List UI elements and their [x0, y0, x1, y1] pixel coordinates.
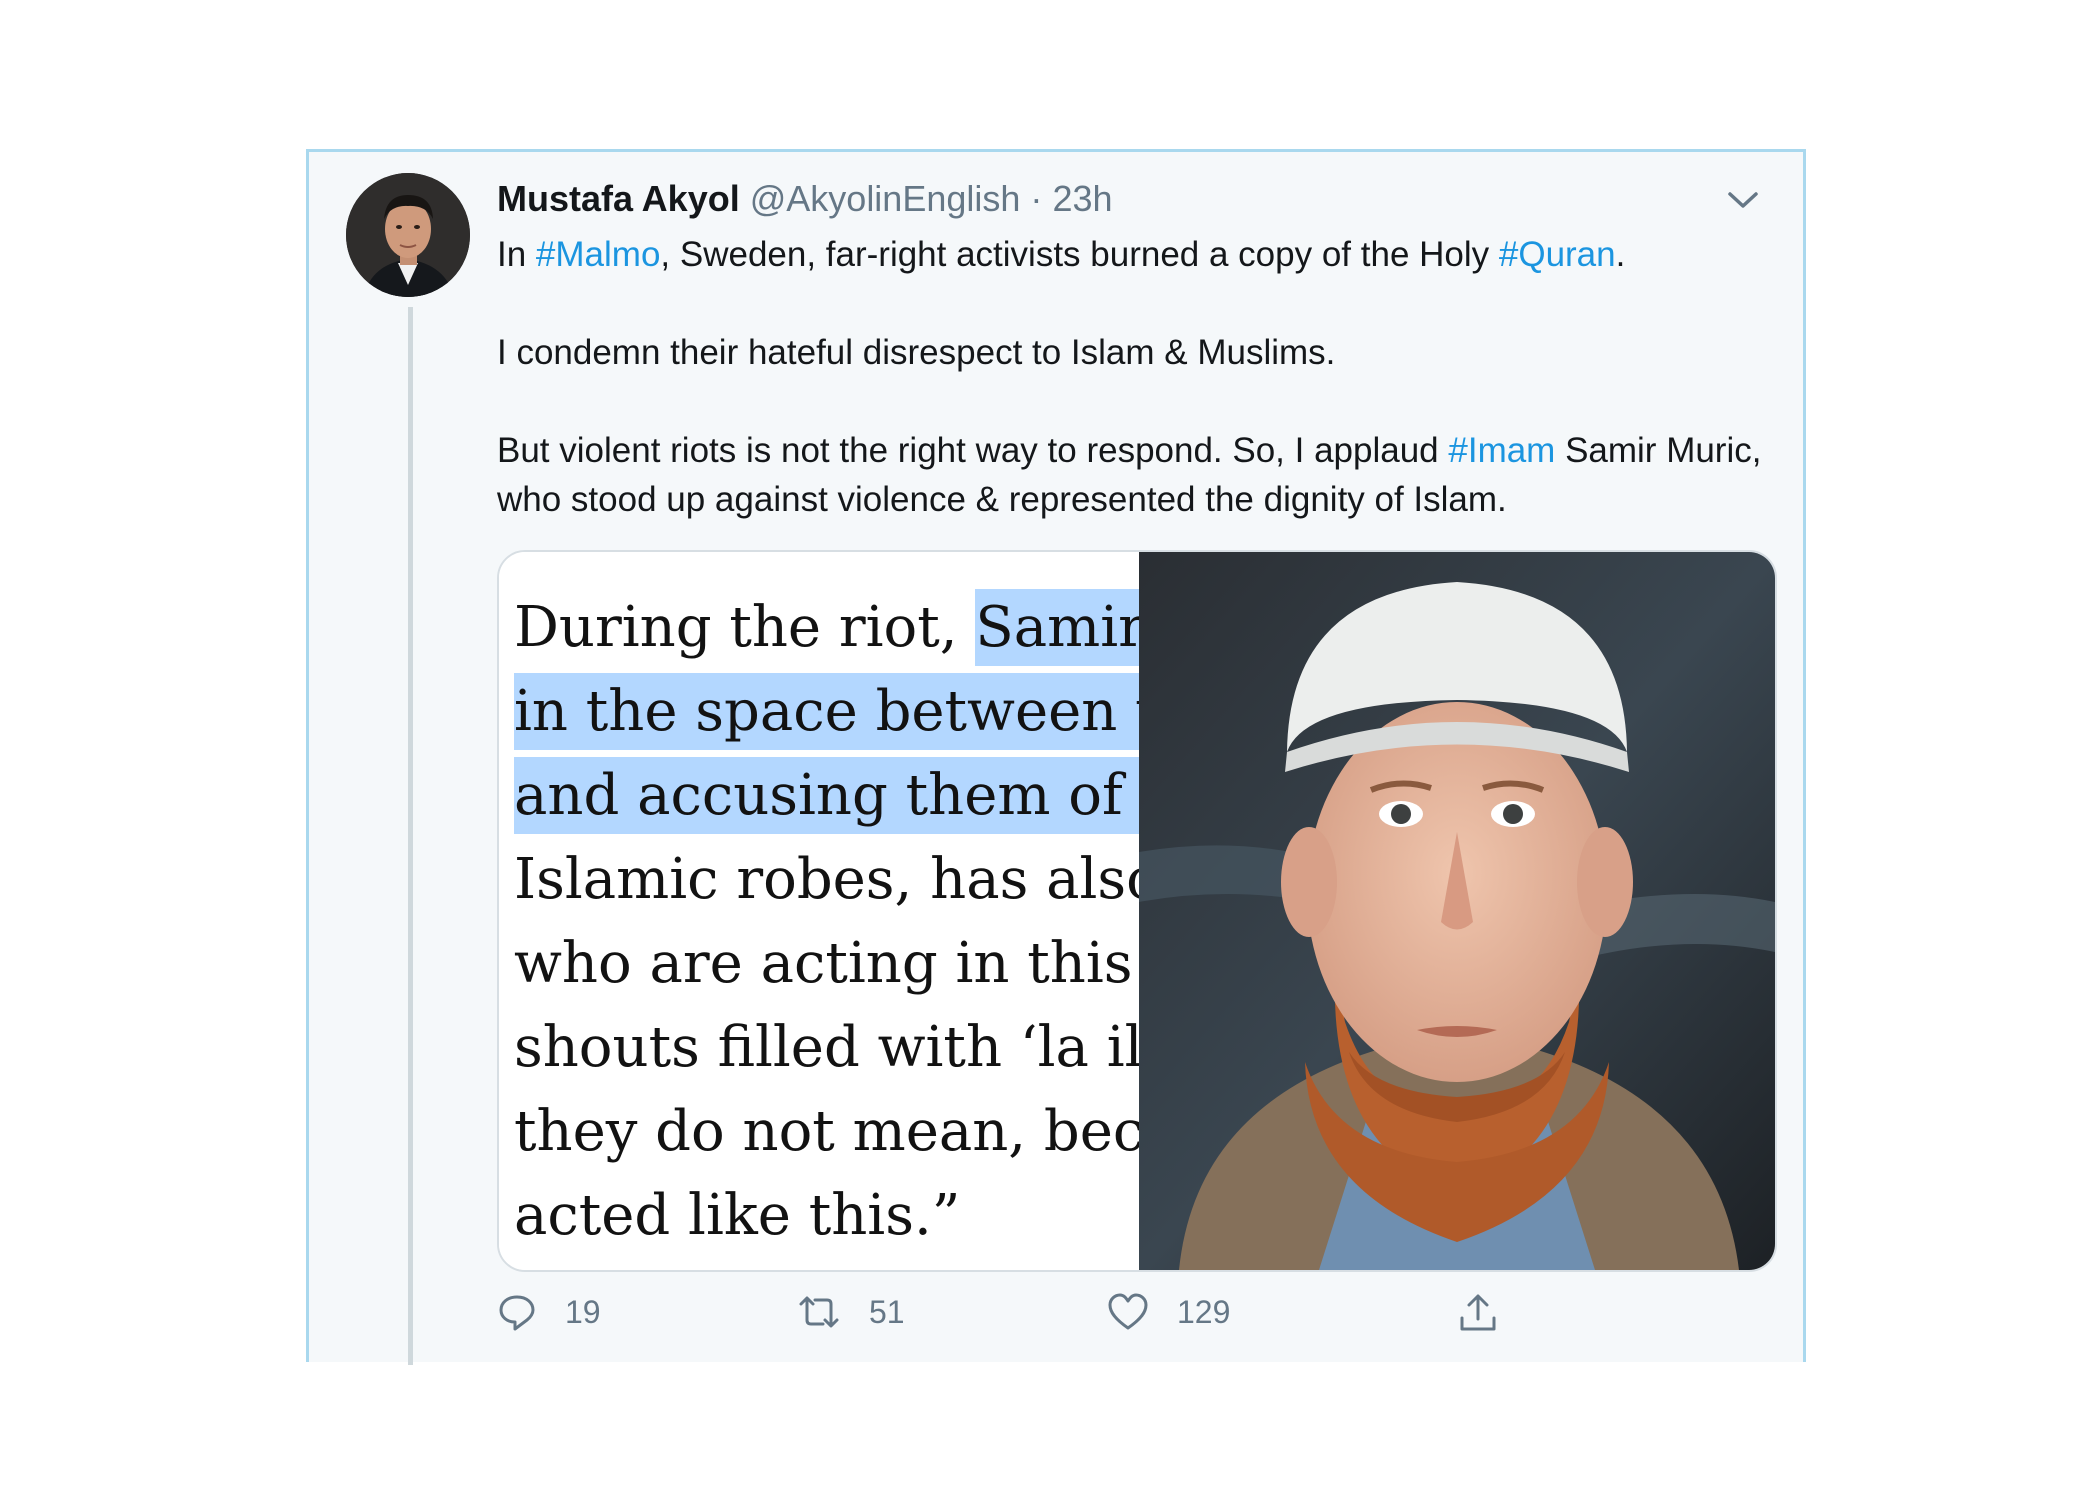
tweet-actions: 19 51 129 — [497, 1292, 1577, 1352]
excerpt-highlight: in the space between th — [514, 673, 1139, 750]
text-run: In — [497, 235, 536, 274]
excerpt-text: shouts filled with ‘la ila — [514, 1015, 1139, 1080]
tweet-time[interactable]: 23h — [1052, 178, 1112, 219]
reply-button[interactable]: 19 — [497, 1292, 601, 1332]
chevron-down-icon — [1728, 192, 1758, 208]
reply-icon — [499, 1295, 535, 1331]
excerpt-text: During the riot, — [514, 595, 976, 660]
hashtag-link[interactable]: #Malmo — [536, 235, 660, 274]
portrait-image — [1139, 552, 1775, 1270]
tweet-media[interactable]: During the riot, Samir M in the space be… — [497, 550, 1777, 1272]
text-run: But violent riots is not the right way t… — [497, 431, 1449, 470]
separator-dot: · — [1030, 178, 1043, 219]
reply-count: 19 — [565, 1293, 601, 1330]
avatar-portrait-icon — [346, 173, 470, 297]
like-count: 129 — [1177, 1293, 1231, 1330]
retweet-count: 51 — [869, 1293, 905, 1330]
excerpt-highlight: and accusing them of sl — [514, 757, 1139, 834]
hashtag-link[interactable]: #Quran — [1499, 235, 1616, 274]
excerpt-text: who are acting in this w — [514, 931, 1139, 996]
text-run: , Sweden, far-right activists burned a c… — [660, 235, 1499, 274]
tweet-header: Mustafa Akyol @AkyolinEnglish · 23h — [497, 177, 1113, 221]
excerpt-line: and accusing them of sl — [514, 754, 1139, 838]
tweet-card[interactable]: Mustafa Akyol @AkyolinEnglish · 23h In #… — [306, 149, 1806, 1365]
excerpt-highlight: Samir M — [975, 589, 1139, 666]
tweet-paragraph: I condemn their hateful disrespect to Is… — [497, 333, 1336, 372]
excerpt-line: shouts filled with ‘la ila — [514, 1006, 1139, 1090]
like-button[interactable]: 129 — [1107, 1292, 1230, 1332]
portrait-photo — [1139, 552, 1775, 1270]
author-name[interactable]: Mustafa Akyol — [497, 178, 740, 219]
excerpt-line: in the space between th — [514, 670, 1139, 754]
tweet-paragraph: But violent riots is not the right way t… — [497, 426, 1767, 524]
share-button[interactable] — [1457, 1292, 1499, 1334]
excerpt-line: During the riot, Samir M — [514, 586, 1139, 670]
excerpt-line: they do not mean, beca — [514, 1090, 1139, 1174]
retweet-icon — [799, 1296, 839, 1328]
heart-icon — [1108, 1293, 1148, 1330]
author-handle[interactable]: @AkyolinEnglish — [750, 178, 1021, 219]
excerpt-text: they do not mean, beca — [514, 1099, 1139, 1164]
article-excerpt-image: During the riot, Samir M in the space be… — [499, 552, 1139, 1270]
share-icon — [1460, 1294, 1496, 1331]
retweet-button[interactable]: 51 — [797, 1292, 905, 1332]
text-run: . — [1615, 235, 1626, 274]
avatar[interactable] — [346, 173, 470, 297]
excerpt-text: acted like this.” — [514, 1183, 961, 1248]
tweet-text: In #Malmo, Sweden, far-right activists b… — [497, 230, 1767, 524]
excerpt-line: acted like this.” — [514, 1174, 1139, 1258]
tweet-paragraph: In #Malmo, Sweden, far-right activists b… — [497, 230, 1767, 279]
hashtag-link[interactable]: #Imam — [1448, 431, 1555, 470]
excerpt-line: Islamic robes, has also c — [514, 838, 1139, 922]
excerpt-text: Islamic robes, has also c — [514, 847, 1139, 912]
article-excerpt-text: During the riot, Samir M in the space be… — [514, 586, 1139, 1258]
excerpt-line: who are acting in this w — [514, 922, 1139, 1006]
thread-line — [408, 307, 413, 1365]
tweet-menu-button[interactable] — [1725, 188, 1761, 212]
